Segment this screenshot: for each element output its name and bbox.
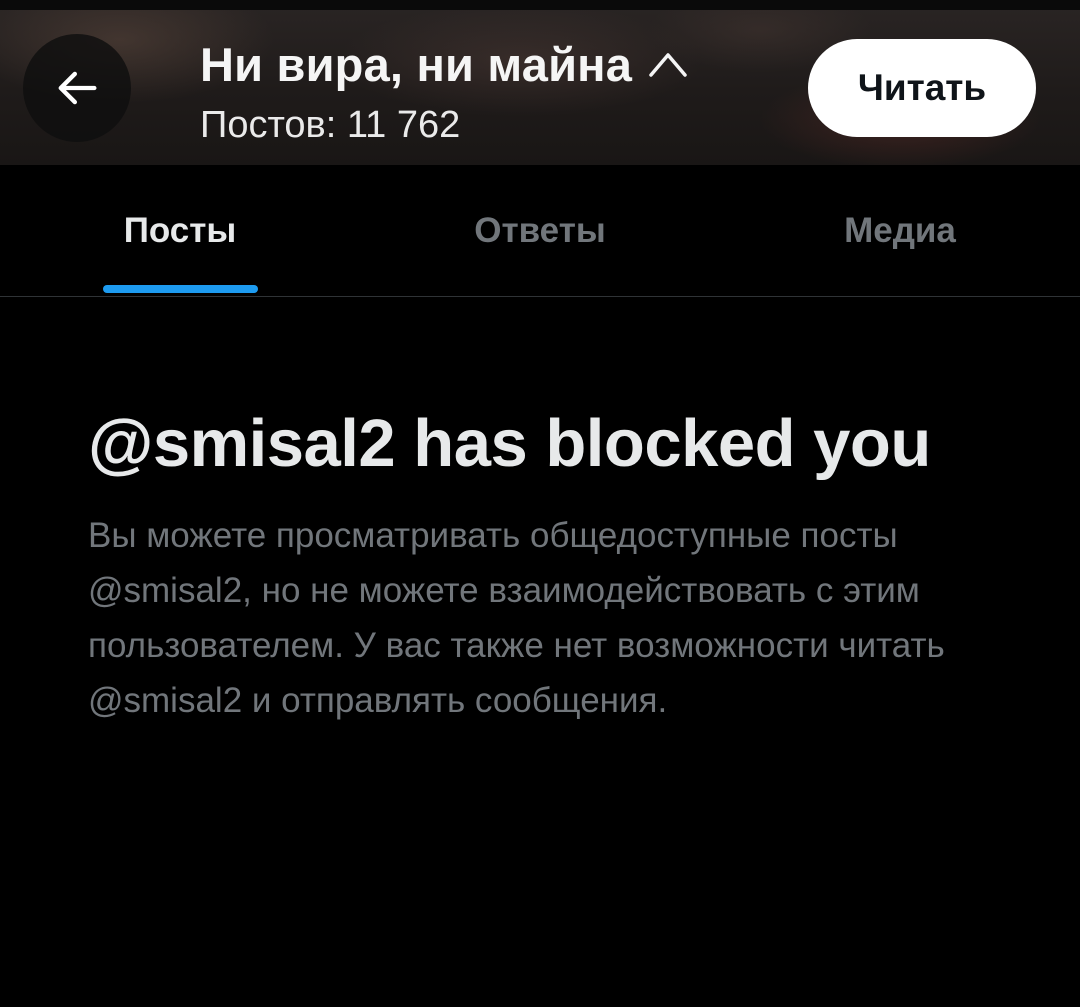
arrow-left-icon [58, 71, 97, 105]
header-title-row[interactable]: Ни вира, ни майна [200, 36, 688, 92]
chevron-up-icon [649, 53, 687, 77]
blocked-description: Вы можете просматривать общедоступные по… [88, 516, 945, 720]
follow-button[interactable]: Читать [808, 39, 1036, 137]
tab-posts[interactable]: Посты [0, 165, 360, 296]
tab-label: Медиа [844, 210, 956, 250]
profile-name: Ни вира, ни майна [200, 37, 633, 91]
post-count: Постов: 11 762 [200, 104, 461, 146]
status-bar-strip [0, 0, 1080, 10]
tab-label: Ответы [474, 210, 606, 250]
back-button[interactable] [23, 34, 131, 142]
tab-replies[interactable]: Ответы [360, 165, 720, 296]
profile-tabs: Посты Ответы Медиа [0, 165, 1080, 297]
blocked-title: @smisal2 has blocked you [88, 406, 931, 481]
tab-media[interactable]: Медиа [720, 165, 1080, 296]
profile-header: Ни вира, ни майна Постов: 11 762 Читать [0, 0, 1080, 165]
blocked-notice: @smisal2 has blocked you Вы можете просм… [88, 400, 1008, 728]
tab-label: Посты [123, 210, 237, 250]
active-tab-indicator [103, 285, 258, 293]
